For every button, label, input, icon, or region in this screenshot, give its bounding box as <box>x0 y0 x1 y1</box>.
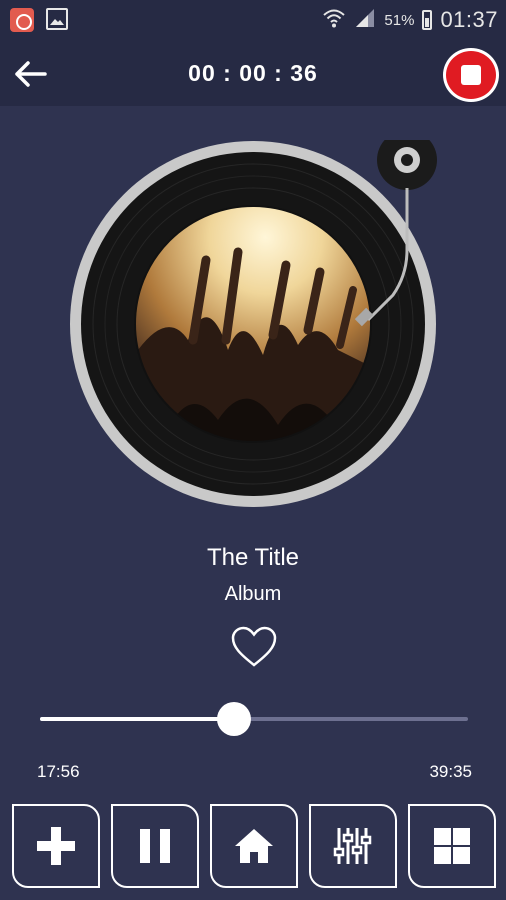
gallery-icon <box>46 8 68 30</box>
current-time: 17:56 <box>37 762 80 781</box>
equalizer-button[interactable] <box>309 804 397 888</box>
track-album: Album <box>224 583 282 605</box>
plus-icon <box>37 827 75 865</box>
status-clock: 01:37 <box>440 7 498 32</box>
battery-percent: 51% <box>384 11 415 29</box>
seek-progress <box>40 717 234 721</box>
pause-button[interactable] <box>111 804 199 888</box>
equalizer-icon <box>333 828 372 864</box>
turntable <box>70 140 437 507</box>
home-icon <box>235 829 273 863</box>
recorder-app-icon <box>10 8 34 32</box>
signal-icon <box>354 7 376 34</box>
elapsed-timer: 00 : 00 : 36 <box>188 60 318 86</box>
pause-icon <box>140 829 170 863</box>
heart-outline-icon <box>231 626 277 667</box>
wifi-icon <box>322 7 346 34</box>
stop-icon <box>461 65 481 85</box>
home-button[interactable] <box>210 804 298 888</box>
add-button[interactable] <box>12 804 100 888</box>
battery-icon <box>422 10 433 30</box>
header-bar: 00 : 00 : 36 <box>0 40 506 106</box>
grid-button[interactable] <box>408 804 496 888</box>
favorite-button[interactable] <box>230 625 278 669</box>
control-bar <box>12 804 496 890</box>
seek-thumb[interactable] <box>216 702 251 736</box>
stop-button[interactable] <box>443 48 499 102</box>
grid-icon <box>434 828 470 864</box>
total-time: 39:35 <box>429 762 472 781</box>
seek-bar[interactable] <box>40 717 468 721</box>
track-title: The Title <box>206 544 300 571</box>
status-bar: 51% 01:37 <box>0 0 506 40</box>
